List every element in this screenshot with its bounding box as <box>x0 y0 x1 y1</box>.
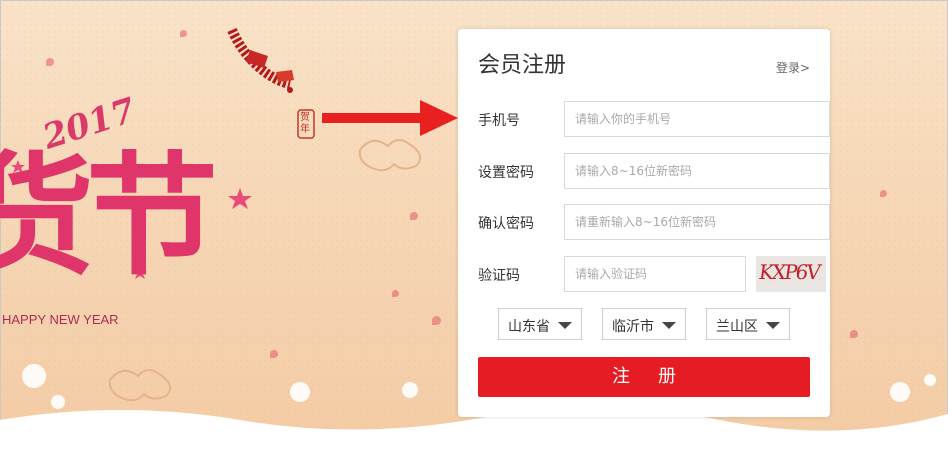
banner-seal-text: 贺年 <box>300 112 310 135</box>
petal-decoration <box>410 212 418 220</box>
petal-decoration <box>432 316 441 325</box>
password-input[interactable] <box>564 153 830 189</box>
register-panel: 会员注册 登录> 手机号 设置密码 确认密码 验证码 KXP6V 山东省 临沂市… <box>458 29 830 417</box>
petal-decoration <box>850 330 858 338</box>
confirm-password-row: 确认密码 <box>478 204 830 240</box>
banner-headline: 货节 <box>0 140 218 294</box>
province-value: 山东省 <box>508 319 550 335</box>
phone-row: 手机号 <box>478 101 830 137</box>
petal-decoration <box>392 290 399 297</box>
captcha-row: 验证码 KXP6V <box>478 256 830 292</box>
register-button[interactable]: 注册 <box>478 357 810 397</box>
city-select[interactable]: 临沂市 <box>602 308 686 340</box>
confirm-password-input[interactable] <box>564 204 830 240</box>
district-select[interactable]: 兰山区 <box>706 308 790 340</box>
password-row: 设置密码 <box>478 153 830 189</box>
confirm-password-label: 确认密码 <box>478 216 534 232</box>
petal-decoration <box>180 30 187 37</box>
captcha-code: KXP6V <box>757 260 821 284</box>
captcha-image[interactable]: KXP6V <box>756 256 826 292</box>
chevron-down-icon <box>558 322 572 329</box>
captcha-input[interactable] <box>564 256 746 292</box>
chevron-down-icon <box>766 322 780 329</box>
petal-decoration <box>46 58 54 66</box>
phone-label: 手机号 <box>478 113 520 129</box>
region-selects: 山东省 临沂市 兰山区 <box>498 308 790 340</box>
banner-tagline: HAPPY NEW YEAR <box>2 312 119 327</box>
phone-input[interactable] <box>564 101 830 137</box>
panel-title: 会员注册 <box>478 53 567 78</box>
petal-decoration <box>880 190 887 197</box>
province-select[interactable]: 山东省 <box>498 308 582 340</box>
captcha-label: 验证码 <box>478 268 520 284</box>
login-link[interactable]: 登录> <box>776 59 810 76</box>
city-value: 临沂市 <box>612 319 654 335</box>
password-label: 设置密码 <box>478 165 534 181</box>
petal-decoration <box>270 350 278 358</box>
chevron-down-icon <box>662 322 676 329</box>
district-value: 兰山区 <box>716 319 758 335</box>
